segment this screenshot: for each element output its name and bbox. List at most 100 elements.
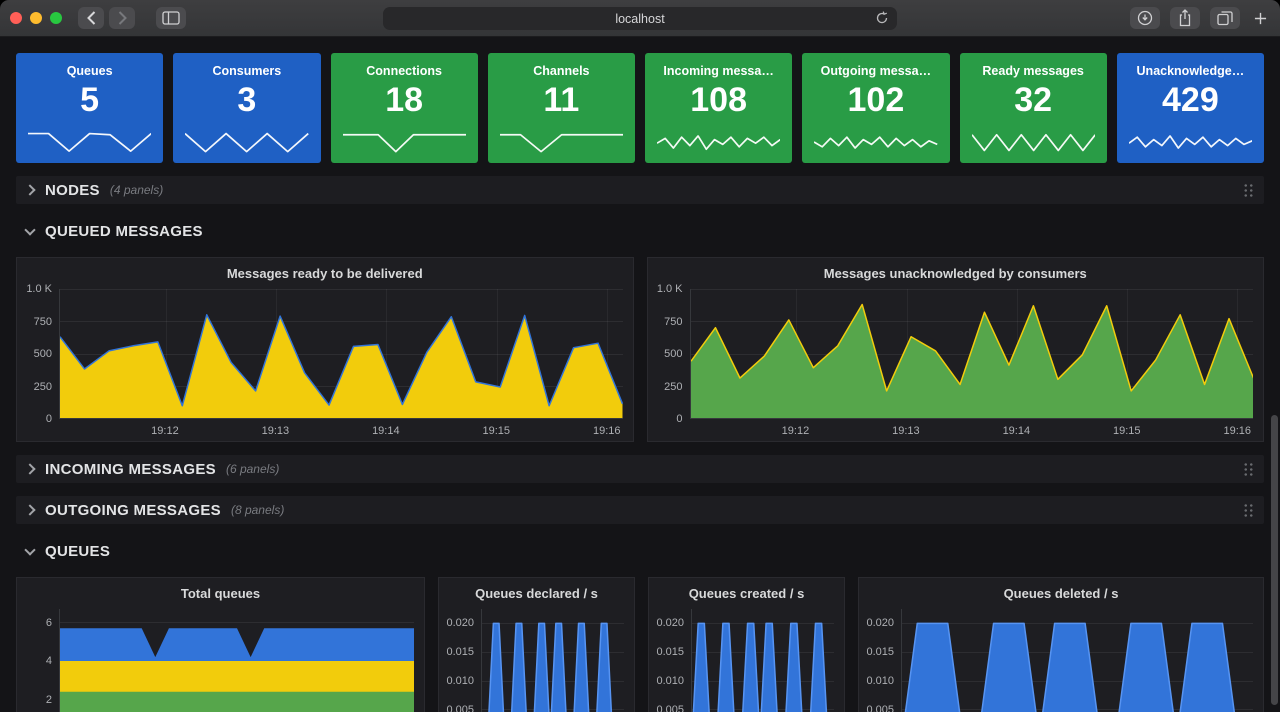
stat-value: 5 xyxy=(16,82,163,119)
panel-queues-declared: Queues declared / s 0.0200.0150.0100.005 xyxy=(438,577,635,712)
y-tick-label: 0.015 xyxy=(656,646,684,658)
stat-panel-title[interactable]: Outgoing messa… xyxy=(802,64,949,78)
stat-panel-title[interactable]: Incoming messa… xyxy=(645,64,792,78)
stat-panel-title[interactable]: Consumers xyxy=(173,64,320,78)
drag-handle-icon[interactable] xyxy=(1243,503,1254,518)
x-axis: 19:1219:1319:1419:1519:16 xyxy=(59,419,623,441)
row-title: QUEUES xyxy=(45,543,110,560)
time-series-chart: 0.0200.0150.0100.005 xyxy=(649,609,844,712)
row-panel-count: (4 panels) xyxy=(110,183,163,197)
row-incoming-messages[interactable]: INCOMING MESSAGES (6 panels) xyxy=(16,455,1264,483)
row-title: NODES xyxy=(45,182,100,199)
zoom-window-button[interactable] xyxy=(50,12,62,24)
series-svg xyxy=(60,609,414,712)
chevron-right-icon xyxy=(24,463,35,474)
sparkline-chart xyxy=(657,128,780,156)
close-window-button[interactable] xyxy=(10,12,22,24)
panel-queues-deleted: Queues deleted / s 0.0200.0150.0100.005 xyxy=(858,577,1264,712)
stat-panel-ready-messages: Ready messages 32 xyxy=(960,53,1107,163)
stat-panel-connections: Connections 18 xyxy=(331,53,478,163)
row-nodes[interactable]: NODES (4 panels) xyxy=(16,176,1264,204)
new-tab-button[interactable] xyxy=(1250,7,1270,29)
sparkline-chart xyxy=(500,128,623,156)
row-title: QUEUED MESSAGES xyxy=(45,223,203,240)
minimize-window-button[interactable] xyxy=(30,12,42,24)
share-button[interactable] xyxy=(1170,7,1200,29)
y-tick-label: 0.020 xyxy=(446,617,474,629)
scrollbar-track[interactable] xyxy=(1270,37,1279,712)
drag-handle-icon[interactable] xyxy=(1243,462,1254,477)
time-series-chart: 0.0200.0150.0100.005 xyxy=(439,609,634,712)
reload-glyph-icon xyxy=(875,11,889,25)
stat-panel-title[interactable]: Channels xyxy=(488,64,635,78)
y-tick-label: 0.005 xyxy=(446,704,474,712)
plot-area xyxy=(59,289,623,419)
y-tick-label: 1.0 K xyxy=(26,283,52,295)
row-title: OUTGOING MESSAGES xyxy=(45,502,221,519)
panel-title[interactable]: Queues deleted / s xyxy=(859,578,1263,609)
series-svg xyxy=(691,289,1254,418)
queues-panels: Total queues 642 Queues declared / s 0.0… xyxy=(16,577,1264,712)
chevron-down-icon xyxy=(24,224,35,235)
stat-panel-title[interactable]: Unacknowledge… xyxy=(1117,64,1264,78)
y-tick-label: 0.020 xyxy=(866,617,894,629)
stat-value: 18 xyxy=(331,82,478,119)
drag-handle-icon[interactable] xyxy=(1243,183,1254,198)
back-button[interactable] xyxy=(78,7,104,29)
x-tick-label: 19:14 xyxy=(1003,425,1031,437)
stat-panel-queues: Queues 5 xyxy=(16,53,163,163)
toolbar-right xyxy=(1130,7,1270,29)
browser-window: localhost Queues 5 xyxy=(0,0,1280,712)
y-tick-label: 0 xyxy=(46,413,52,425)
panel-messages-ready: Messages ready to be delivered 1.0 K7505… xyxy=(16,257,634,442)
y-axis: 0.0200.0150.0100.005 xyxy=(863,609,901,712)
panel-title[interactable]: Total queues xyxy=(17,578,424,609)
plot-area xyxy=(901,609,1253,712)
forward-button[interactable] xyxy=(109,7,135,29)
plus-icon xyxy=(1254,12,1267,25)
reload-icon[interactable] xyxy=(875,11,889,30)
downloads-button[interactable] xyxy=(1130,7,1160,29)
browser-chrome: localhost xyxy=(0,0,1280,37)
plot-area xyxy=(59,609,414,712)
time-series-chart: 642 xyxy=(17,609,424,712)
stat-panel-consumers: Consumers 3 xyxy=(173,53,320,163)
panel-title[interactable]: Queues created / s xyxy=(649,578,844,609)
y-tick-label: 6 xyxy=(46,617,52,629)
series-svg xyxy=(482,609,624,712)
panel-title[interactable]: Queues declared / s xyxy=(439,578,634,609)
stat-value: 32 xyxy=(960,82,1107,119)
panel-title[interactable]: Messages unacknowledged by consumers xyxy=(648,258,1264,289)
chevron-down-icon xyxy=(24,544,35,555)
row-queued-messages[interactable]: QUEUED MESSAGES xyxy=(16,217,1264,245)
address-bar[interactable]: localhost xyxy=(383,7,897,30)
tab-overview-button[interactable] xyxy=(1210,7,1240,29)
stat-value: 3 xyxy=(173,82,320,119)
x-axis: 19:1219:1319:1419:1519:16 xyxy=(690,419,1254,441)
url-text: localhost xyxy=(615,12,664,26)
x-tick-label: 19:13 xyxy=(262,425,290,437)
y-tick-label: 0.020 xyxy=(656,617,684,629)
x-tick-label: 19:12 xyxy=(151,425,179,437)
y-tick-label: 250 xyxy=(34,381,52,393)
window-controls xyxy=(10,12,62,24)
stat-panel-title[interactable]: Ready messages xyxy=(960,64,1107,78)
y-tick-label: 750 xyxy=(34,316,52,328)
row-outgoing-messages[interactable]: OUTGOING MESSAGES (8 panels) xyxy=(16,496,1264,524)
x-tick-label: 19:15 xyxy=(1113,425,1141,437)
grafana-dashboard: Queues 5 Consumers 3 Connections 18 Chan… xyxy=(0,37,1280,712)
scrollbar-thumb[interactable] xyxy=(1271,415,1278,705)
stat-panel-title[interactable]: Connections xyxy=(331,64,478,78)
stat-panel-title[interactable]: Queues xyxy=(16,64,163,78)
row-queues[interactable]: QUEUES xyxy=(16,537,1264,565)
panel-queues-created: Queues created / s 0.0200.0150.0100.005 xyxy=(648,577,845,712)
stat-panel-outgoing-messages: Outgoing messa… 102 xyxy=(802,53,949,163)
download-icon xyxy=(1137,10,1153,26)
sidebar-toggle-button[interactable] xyxy=(156,7,186,29)
x-tick-label: 19:12 xyxy=(782,425,810,437)
y-tick-label: 500 xyxy=(664,348,682,360)
row-panel-count: (6 panels) xyxy=(226,462,279,476)
row-title: INCOMING MESSAGES xyxy=(45,461,216,478)
sidebar-icon xyxy=(162,11,180,25)
panel-title[interactable]: Messages ready to be delivered xyxy=(17,258,633,289)
